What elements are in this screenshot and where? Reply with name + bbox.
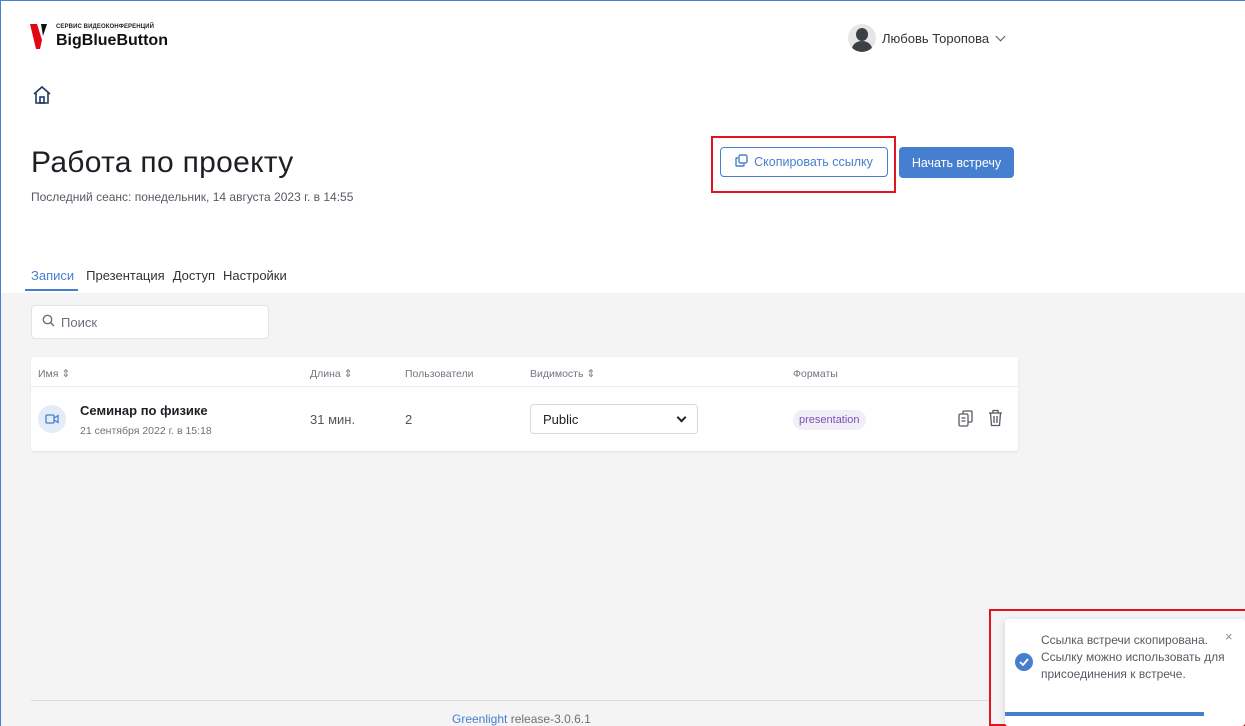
copy-link-button[interactable]: Скопировать ссылку [720,147,888,177]
greenlight-link[interactable]: Greenlight [452,712,507,726]
brand-logo[interactable]: СЕРВИС ВИДЕОКОНФЕРЕНЦИЙ BigBlueButton [30,22,168,50]
search-placeholder: Поиск [61,314,98,330]
copy-recording-icon[interactable] [958,410,973,432]
search-input[interactable]: Поиск [31,305,269,339]
tab-settings[interactable]: Настройки [223,268,287,291]
chevron-down-icon [676,412,687,422]
tab-access[interactable]: Доступ [173,268,215,291]
column-header-visibility[interactable]: Видимость ⇕ [530,368,595,380]
toast-notification: Ссылка встречи скопирована. Ссылку можно… [1005,619,1245,726]
check-icon [1015,653,1033,671]
footer-text: Greenlight release-3.0.6.1 [452,712,591,726]
user-name: Любовь Торопова [882,30,990,46]
logo-mark-icon [30,22,48,50]
start-meeting-button[interactable]: Начать встречу [899,147,1014,178]
visibility-value: Public [543,411,579,427]
last-session-text: Последний сеанс: понедельник, 14 августа… [31,190,354,204]
visibility-select[interactable]: Public [530,404,698,434]
copy-link-label: Скопировать ссылку [754,155,873,169]
room-tabs: Записи Презентация Доступ Настройки [25,268,295,291]
search-icon [42,314,55,330]
recording-length: 31 мин. [310,412,356,427]
format-badge[interactable]: presentation [793,410,866,430]
video-camera-icon [38,405,66,433]
toast-message: Ссылка встречи скопирована. Ссылку можно… [1041,633,1225,681]
toast-progress-bar [1005,712,1205,716]
close-icon[interactable]: × [1225,629,1233,644]
table-header-divider [31,386,1018,387]
tab-recordings[interactable]: Записи [25,268,79,291]
column-header-users: Пользователи [405,368,474,380]
page-title: Работа по проекту [31,146,294,179]
recording-users: 2 [405,412,413,427]
footer-divider [31,700,991,701]
user-menu[interactable]: Любовь Торопова [848,24,1006,52]
frame-border-top [0,0,1245,1]
home-icon[interactable] [32,85,52,110]
trash-icon[interactable] [988,409,1003,432]
brand-name: BigBlueButton [56,32,168,49]
column-header-name[interactable]: Имя ⇕ [38,368,70,380]
avatar [848,24,876,52]
chevron-down-icon [995,31,1006,41]
copy-icon [735,154,748,170]
tab-presentation[interactable]: Презентация [86,268,165,291]
recording-name[interactable]: Семинар по физике [80,403,208,418]
release-version: release-3.0.6.1 [507,712,591,726]
column-header-length[interactable]: Длина ⇕ [310,368,352,380]
column-header-formats: Форматы [793,368,838,380]
brand-tagline: СЕРВИС ВИДЕОКОНФЕРЕНЦИЙ [56,24,155,30]
recording-date: 21 сентября 2022 г. в 15:18 [80,425,212,437]
